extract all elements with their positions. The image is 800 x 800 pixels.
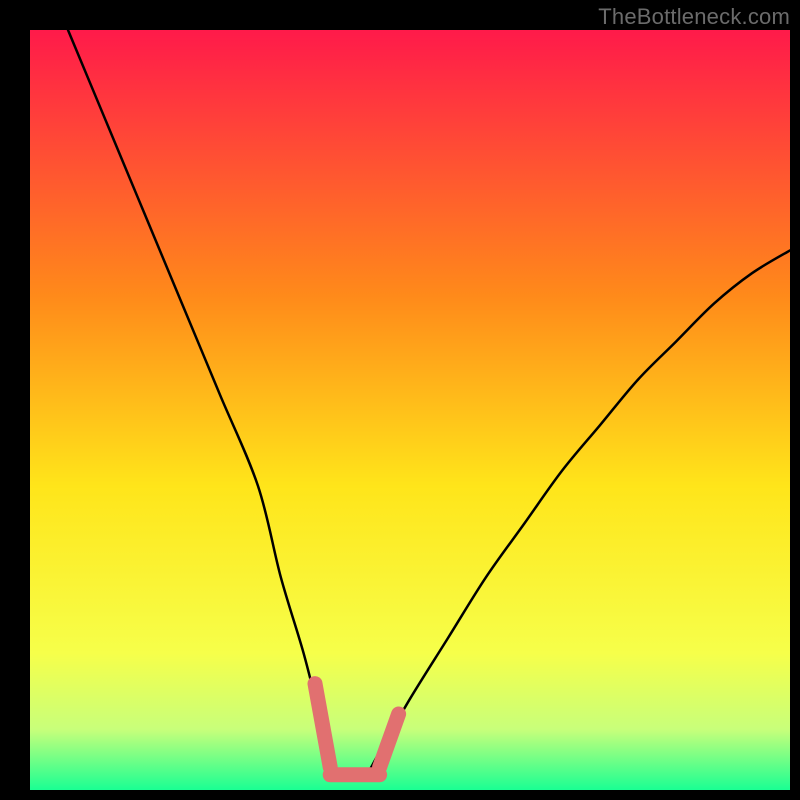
gradient-background [30, 30, 790, 790]
bottleneck-chart [0, 0, 800, 800]
chart-frame: TheBottleneck.com [0, 0, 800, 800]
